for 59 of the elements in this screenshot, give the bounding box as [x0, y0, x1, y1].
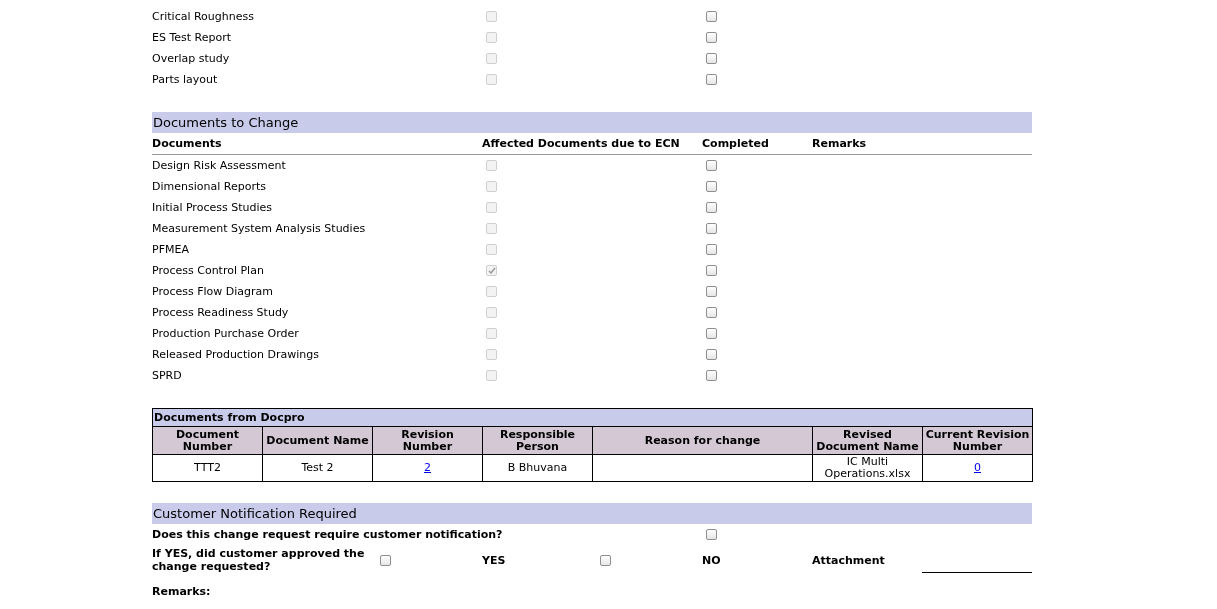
revision-link[interactable]: 0 [974, 461, 981, 474]
column-header: Documents [152, 137, 223, 150]
column-header: Affected Documents due to ECN [482, 137, 681, 150]
attachment-label: Attachment [812, 553, 886, 567]
checkbox[interactable] [706, 32, 717, 43]
checkbox[interactable] [706, 244, 717, 255]
revision-link[interactable]: 2 [424, 461, 431, 474]
remarks-label: Remarks: [152, 585, 212, 598]
checkbox[interactable] [706, 53, 717, 64]
checkbox[interactable] [706, 202, 717, 213]
question-label: Does this change request require customer notification? [152, 528, 504, 541]
table-cell: IC Multi Operations.xlsx [812, 454, 923, 482]
checkbox[interactable] [706, 307, 717, 318]
checkbox[interactable] [706, 349, 717, 360]
document-label: Process Flow Diagram [152, 285, 275, 298]
document-label: Parts layout [152, 73, 219, 86]
column-header: Remarks [812, 137, 868, 150]
document-label: Process Readiness Study [152, 306, 290, 319]
column-header: Document Number [152, 426, 263, 455]
document-label: Critical Roughness [152, 10, 255, 23]
document-label: Initial Process Studies [152, 201, 273, 214]
document-label: Dimensional Reports [152, 180, 267, 193]
column-header: Completed [702, 137, 770, 150]
column-header: Revised Document Name [812, 426, 923, 455]
checkbox[interactable] [706, 181, 717, 192]
column-header: Document Name [262, 426, 373, 455]
table-title: Documents from Docpro [152, 408, 1033, 427]
document-label: Overlap study [152, 52, 231, 65]
document-label: SPRD [152, 369, 183, 382]
column-header: Current Revision Number [922, 426, 1033, 455]
checkbox[interactable] [380, 554, 391, 566]
section-header: Customer Notification Required [152, 503, 1032, 524]
document-label: Production Purchase Order [152, 327, 300, 340]
column-header: Responsible Person [482, 426, 593, 455]
document-label: Released Production Drawings [152, 348, 320, 361]
checkbox[interactable] [706, 529, 717, 540]
checkbox[interactable] [706, 223, 717, 234]
checkbox[interactable] [706, 160, 717, 171]
column-header: Reason for change [592, 426, 813, 455]
table-cell: B Bhuvana [482, 454, 593, 482]
document-label: Design Risk Assessment [152, 159, 287, 172]
document-label: Process Control Plan [152, 264, 265, 277]
option-label: YES [482, 553, 507, 567]
document-label: PFMEA [152, 243, 190, 256]
checkbox[interactable] [706, 286, 717, 297]
checkbox[interactable] [706, 74, 717, 85]
checkbox[interactable] [706, 11, 717, 22]
column-header: Revision Number [372, 426, 483, 455]
option-label: NO [702, 553, 722, 567]
checkbox[interactable] [706, 265, 717, 276]
document-label: Measurement System Analysis Studies [152, 222, 367, 235]
table-cell: Test 2 [262, 454, 373, 482]
document-label: ES Test Report [152, 31, 233, 44]
checkbox[interactable] [706, 370, 717, 381]
table-cell: TTT2 [152, 454, 263, 482]
checkbox[interactable] [600, 554, 611, 566]
question-label: If YES, did customer approved the change requested? [152, 547, 366, 573]
checkbox[interactable] [706, 328, 717, 339]
section-header: Documents to Change [152, 112, 1032, 133]
